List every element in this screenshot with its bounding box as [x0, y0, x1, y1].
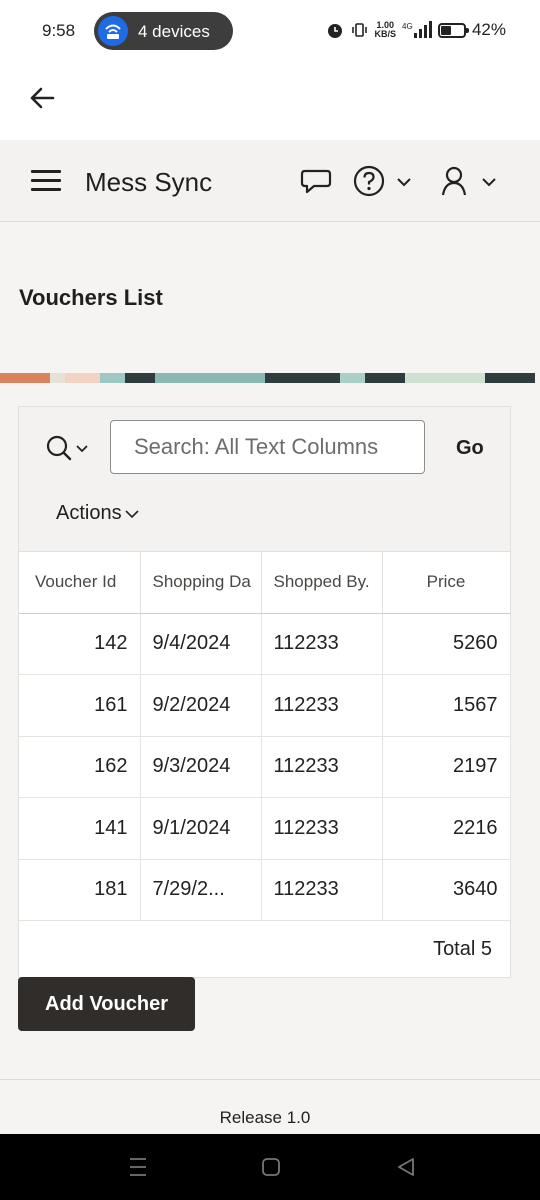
cell-shopping-date: 9/3/2024 [140, 736, 262, 798]
actions-menu-button[interactable]: Actions [56, 502, 140, 525]
cell-shopped-by: 112233 [261, 613, 383, 675]
column-header-shopping-date[interactable]: Shopping Da [140, 552, 262, 614]
status-right: 1.00 KB/S 4G 42% [326, 20, 506, 40]
vouchers-report: Go Actions Voucher Id Shopping Da Shoppe… [18, 406, 511, 978]
app-title[interactable]: Mess Sync [85, 167, 212, 198]
status-time: 9:58 [42, 21, 76, 40]
battery-icon [437, 22, 469, 38]
back-arrow-icon[interactable] [26, 82, 58, 114]
table-row[interactable]: 142 9/4/2024 112233 5260 [19, 613, 511, 675]
footer-divider [0, 1079, 540, 1080]
user-chevron-down-icon[interactable] [481, 176, 497, 188]
cell-price: 5260 [382, 613, 511, 675]
vouchers-table: Voucher Id Shopping Da Shopped By. Price… [19, 552, 511, 921]
hotspot-pill[interactable]: 4 devices [94, 12, 233, 50]
net-speed: 1.00 KB/S [374, 20, 396, 39]
battery-percent: 42% [471, 20, 506, 39]
go-button[interactable]: Go [456, 437, 484, 460]
table-row[interactable]: 181 7/29/2... 112233 3640 [19, 859, 511, 921]
cell-shopping-date: 9/1/2024 [140, 797, 262, 860]
back-bar [0, 64, 540, 140]
cell-voucher-id: 161 [19, 674, 141, 737]
vibrate-icon [352, 23, 368, 37]
search-column-icon[interactable] [45, 433, 93, 463]
cell-shopped-by: 112233 [261, 674, 383, 737]
chat-icon[interactable] [299, 165, 333, 197]
cell-voucher-id: 181 [19, 859, 141, 921]
page-title: Vouchers List [19, 285, 163, 310]
table-row[interactable]: 141 9/1/2024 112233 2216 [19, 797, 511, 860]
row-total: Total 5 [433, 938, 492, 960]
status-bar: 9:58 4 devices 1.00 KB/S 4G 42% [0, 0, 540, 64]
hotspot-label: 4 devices [138, 22, 210, 41]
column-header-price[interactable]: Price [382, 552, 511, 614]
back-nav-icon[interactable] [396, 1156, 416, 1178]
column-header-shopped-by[interactable]: Shopped By. [261, 552, 383, 614]
hotspot-icon [98, 16, 128, 46]
cell-voucher-id: 142 [19, 613, 141, 675]
table-row[interactable]: 161 9/2/2024 112233 1567 [19, 674, 511, 737]
svg-text:4G: 4G [402, 22, 413, 31]
cell-shopping-date: 7/29/2... [140, 859, 262, 921]
signal-icon: 4G [402, 21, 432, 38]
cell-shopped-by: 112233 [261, 797, 383, 860]
screen: 9:58 4 devices 1.00 KB/S 4G 42% Mess Syn… [0, 0, 540, 1200]
hamburger-menu-icon[interactable] [31, 170, 61, 192]
search-field[interactable] [110, 420, 425, 474]
cell-price: 2216 [382, 797, 511, 860]
actions-label: Actions [56, 502, 122, 524]
decorative-banner [0, 373, 535, 383]
cell-voucher-id: 141 [19, 797, 141, 860]
cell-shopping-date: 9/4/2024 [140, 613, 262, 675]
column-header-voucher-id[interactable]: Voucher Id [19, 552, 141, 614]
table-row[interactable]: 162 9/3/2024 112233 2197 [19, 736, 511, 798]
help-chevron-down-icon[interactable] [396, 176, 412, 188]
user-icon[interactable] [440, 165, 470, 197]
table-header-row: Voucher Id Shopping Da Shopped By. Price [19, 552, 511, 614]
release-label: Release 1.0 [219, 1108, 311, 1127]
home-icon[interactable] [261, 1156, 281, 1178]
actions-chevron-down-icon [125, 510, 139, 518]
cell-voucher-id: 162 [19, 736, 141, 798]
cell-price: 2197 [382, 736, 511, 798]
cell-shopped-by: 112233 [261, 736, 383, 798]
add-voucher-button[interactable]: Add Voucher [18, 977, 195, 1031]
system-nav-bar [0, 1134, 540, 1200]
alarm-icon [328, 24, 343, 38]
cell-shopped-by: 112233 [261, 859, 383, 921]
recent-apps-icon[interactable] [128, 1156, 148, 1178]
cell-price: 3640 [382, 859, 511, 921]
app-header: Mess Sync [0, 140, 540, 222]
search-input[interactable] [111, 421, 424, 473]
cell-shopping-date: 9/2/2024 [140, 674, 262, 737]
help-icon[interactable] [353, 165, 387, 199]
cell-price: 1567 [382, 674, 511, 737]
report-toolbar: Go Actions [19, 407, 510, 552]
